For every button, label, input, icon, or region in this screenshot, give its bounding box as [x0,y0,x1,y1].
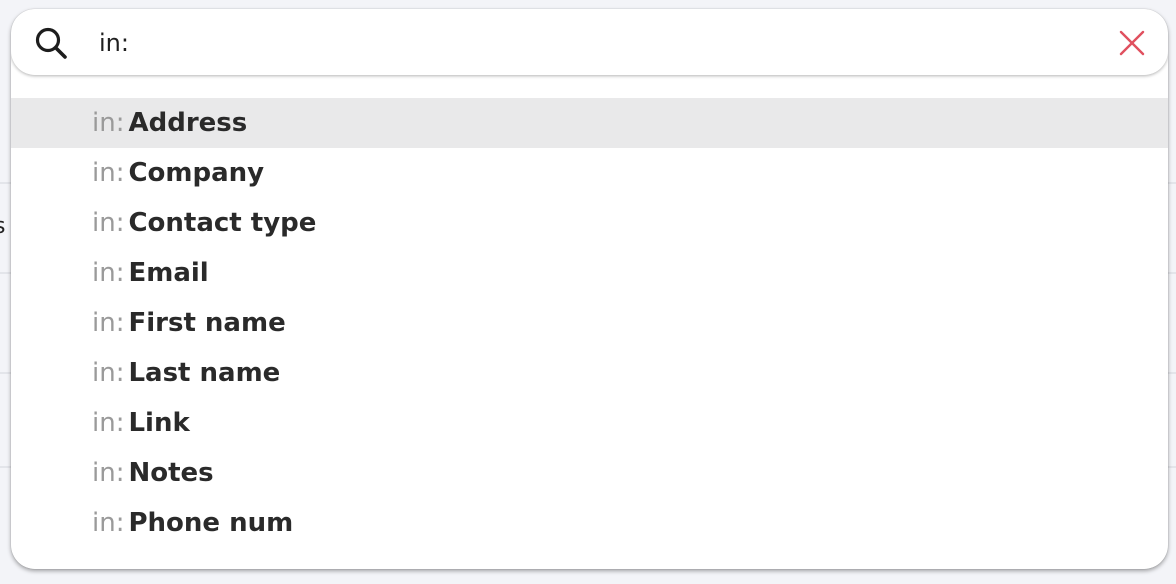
suggestion-prefix: in: [92,208,125,238]
suggestion-list: in: Address in: Company in: Contact type in: Em… [11,98,1168,548]
suggestion-prefix: in: [92,458,125,488]
close-icon[interactable] [1117,28,1147,58]
suggestion-item[interactable]: in: Contact type [11,198,1168,248]
suggestion-prefix: in: [92,358,125,388]
suggestion-prefix: in: [92,408,125,438]
suggestion-item[interactable]: in: Last name [11,348,1168,398]
suggestion-prefix: in: [92,258,125,288]
suggestion-item[interactable]: in: Link [11,398,1168,448]
search-icon[interactable] [33,25,69,61]
suggestion-field-label: Contact type [128,208,317,238]
suggestion-field-label: Phone num [128,508,294,538]
suggestion-field-label: Notes [128,458,214,488]
suggestion-field-label: Email [128,258,209,288]
search-input[interactable] [99,23,1079,63]
suggestion-prefix: in: [92,308,125,338]
suggestion-item[interactable]: in: Phone num [11,498,1168,548]
suggestion-item[interactable]: in: Company [11,148,1168,198]
suggestion-prefix: in: [92,158,125,188]
search-bar [11,9,1168,75]
suggestion-item[interactable]: in: First name [11,298,1168,348]
search-panel: in:Addressin:Companyin:Contact typein:Em… [11,9,1168,569]
suggestion-field-label: Last name [128,358,281,388]
suggestion-field-label: Address [128,108,248,138]
suggestion-item[interactable]: in: Notes [11,448,1168,498]
suggestion-prefix: in: [92,508,125,538]
suggestion-item[interactable]: in: Email [11,248,1168,298]
suggestion-prefix: in: [92,108,125,138]
suggestion-field-label: Company [128,158,265,188]
suggestion-field-label: Link [128,408,190,438]
background-text: s [0,214,5,239]
suggestion-item[interactable]: in: Address [11,98,1168,148]
suggestion-field-label: First name [128,308,286,338]
